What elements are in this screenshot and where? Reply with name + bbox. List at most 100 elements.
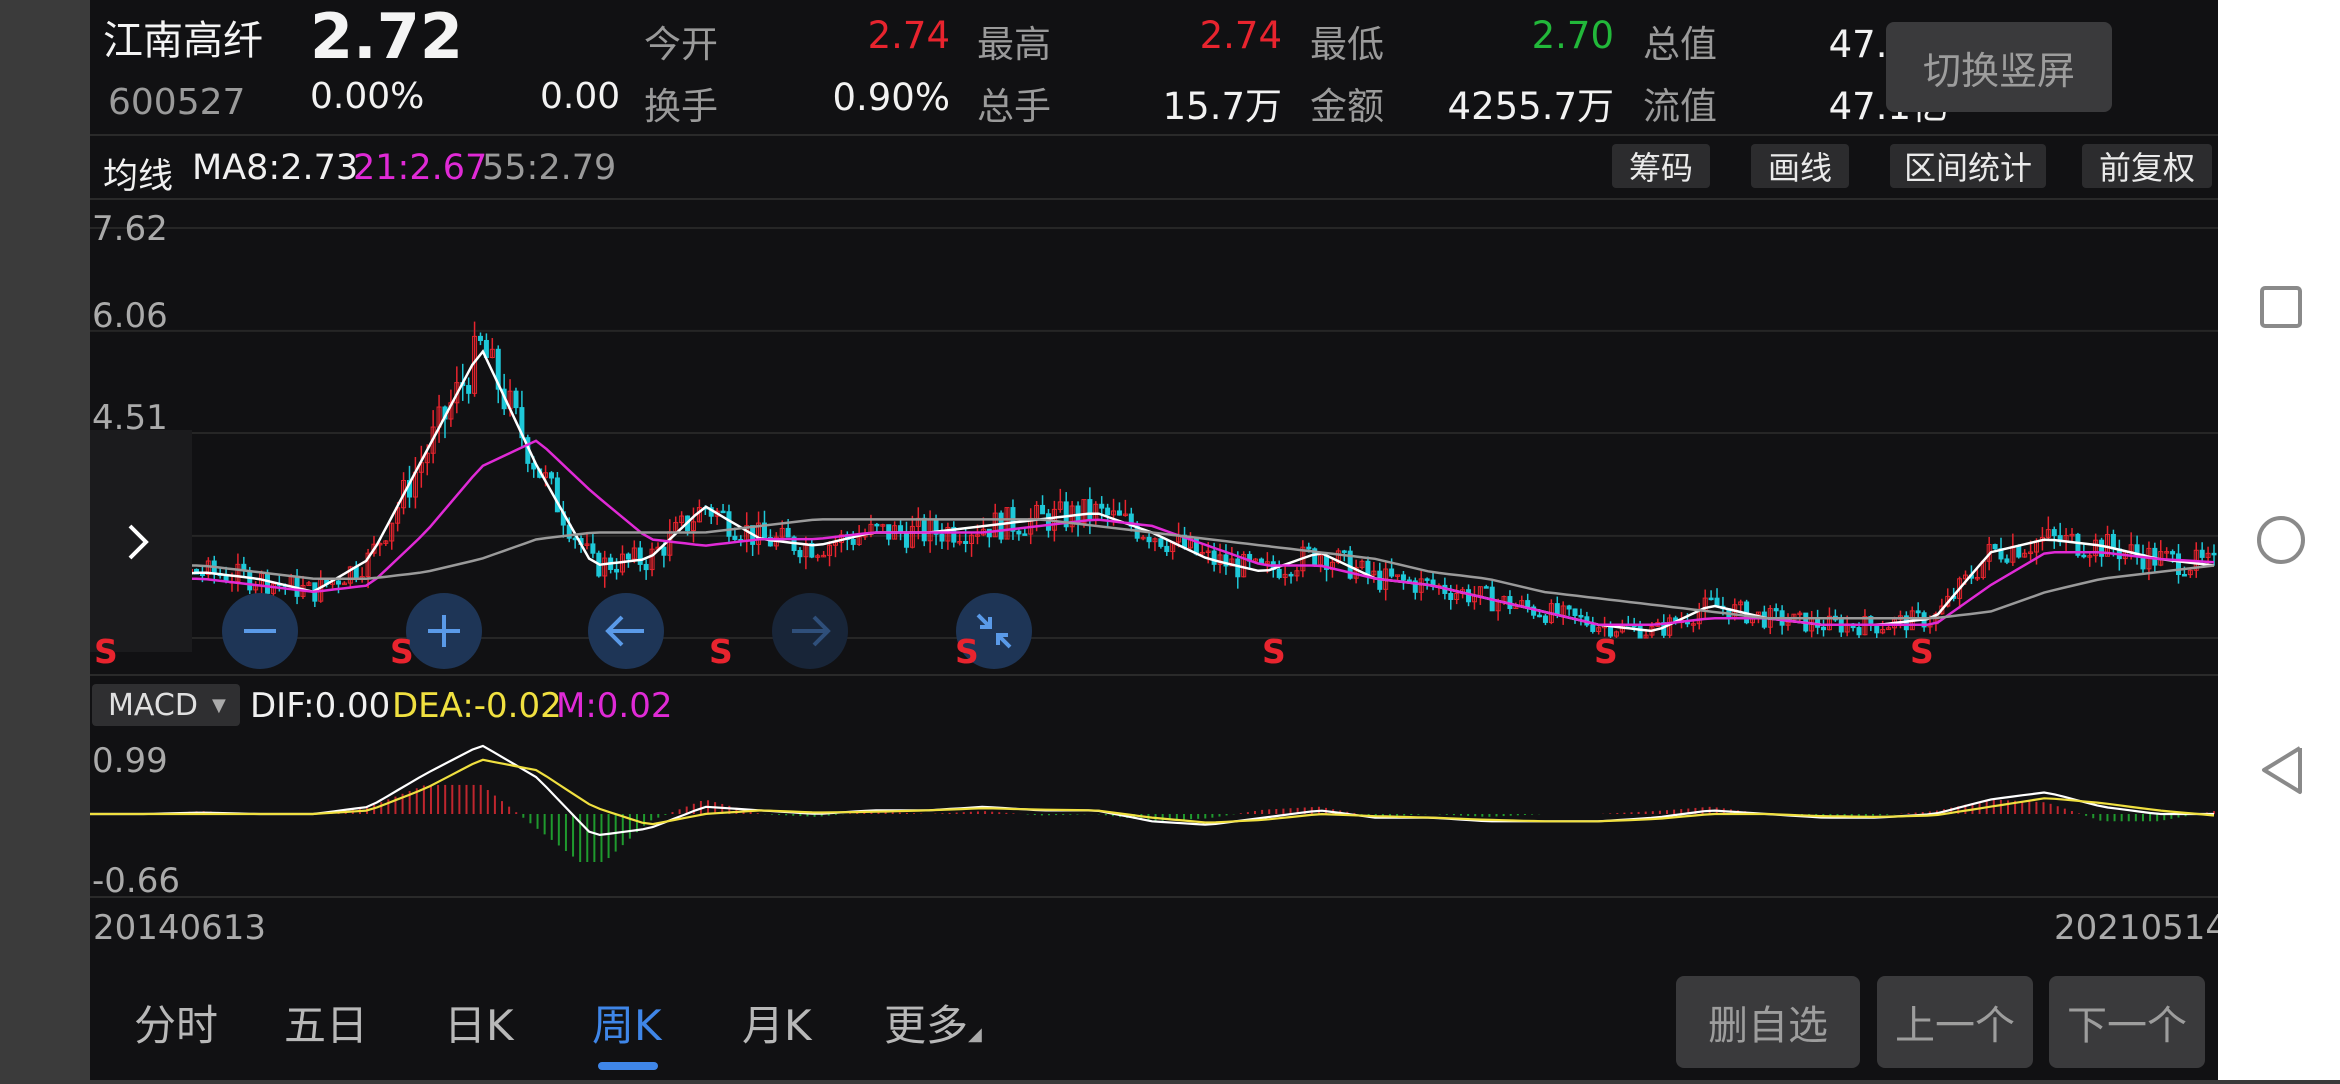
candle-body <box>1022 533 1028 536</box>
candle-body <box>477 335 483 341</box>
candle-body <box>614 568 620 573</box>
stock-name: 江南高纤 <box>103 18 263 64</box>
scroll-left-button[interactable] <box>588 593 664 669</box>
candle-body <box>797 550 803 558</box>
candle-body <box>1874 625 1880 634</box>
candle-body <box>637 547 643 565</box>
candle-body <box>1424 578 1430 581</box>
system-navigation-bar <box>2218 0 2340 1080</box>
zoom-in-button[interactable] <box>406 593 482 669</box>
candle-body <box>2170 551 2176 555</box>
remove-watchlist-button[interactable]: 删自选 <box>1676 976 1860 1068</box>
candle-body <box>1761 611 1767 628</box>
candle-body <box>1448 592 1454 601</box>
low-value: 2.70 <box>1531 14 1614 57</box>
candle-body <box>1773 608 1779 612</box>
volume-label: 总手 <box>977 85 1051 128</box>
s-marker: S <box>1262 632 1286 671</box>
indicator-select[interactable]: MACD ▼ <box>92 684 240 726</box>
s-marker: S <box>955 632 979 671</box>
candle-body <box>1915 610 1921 614</box>
candle-body <box>1045 513 1051 531</box>
high-label: 最高 <box>977 23 1051 66</box>
candle-body <box>1566 605 1572 610</box>
candle-body <box>2211 552 2217 556</box>
range-stats-button[interactable]: 区间统计 <box>1890 144 2046 188</box>
corner-caret-icon: ◢ <box>968 1024 982 1045</box>
turnover-value: 0.90% <box>832 76 950 119</box>
tab-more-label: 更多 <box>884 1001 969 1050</box>
left-system-bar <box>0 0 90 1080</box>
s-marker: S <box>709 632 733 671</box>
stock-code: 600527 <box>108 82 246 123</box>
candle-body <box>1164 545 1170 553</box>
ma-label: 均线 <box>103 157 174 197</box>
candle-body <box>1040 504 1046 515</box>
candle-body <box>1306 546 1312 550</box>
candle-body <box>1525 600 1531 608</box>
candle-body <box>2004 558 2010 563</box>
candle-body <box>1211 550 1217 565</box>
candle-body <box>548 472 554 479</box>
chevron-right-icon <box>128 524 149 560</box>
chips-button[interactable]: 筹码 <box>1612 144 1710 188</box>
float-value-label: 流值 <box>1643 85 1717 128</box>
tab-five-day[interactable]: 五日 <box>284 992 368 1053</box>
candle-body <box>1288 573 1294 577</box>
candle-body <box>785 527 791 538</box>
tab-daily-k[interactable]: 日K <box>444 992 514 1053</box>
dea-value: DEA:-0.02 <box>392 686 562 726</box>
candle-body <box>247 570 253 591</box>
candle-body <box>2176 553 2182 576</box>
candle-body <box>1542 615 1548 623</box>
kline-divider <box>90 674 2218 676</box>
change-value: 0.00 <box>540 76 621 117</box>
change-pct: 0.00% <box>310 76 425 117</box>
adjust-button[interactable]: 前复权 <box>2082 144 2212 188</box>
candle-body <box>1708 597 1714 601</box>
s-marker: S <box>94 632 118 671</box>
switch-portrait-button[interactable]: 切换竖屏 <box>1886 22 2112 112</box>
candle-body <box>2016 545 2022 558</box>
y-tick-label: 7.62 <box>92 209 168 249</box>
next-button[interactable]: 下一个 <box>2049 976 2205 1068</box>
macd-chart[interactable]: 0.99 -0.66 <box>90 732 2218 900</box>
candle-body <box>732 535 738 540</box>
arrow-left-icon <box>605 615 644 647</box>
side-panel-handle[interactable] <box>90 430 192 652</box>
tab-monthly-k[interactable]: 月K <box>742 992 812 1053</box>
candle-body <box>939 533 945 542</box>
macd-y-tick-label: -0.66 <box>92 861 180 900</box>
previous-button[interactable]: 上一个 <box>1877 976 2033 1068</box>
candle-body <box>1235 558 1241 578</box>
candle-body <box>1992 544 1998 550</box>
candle-body <box>720 510 726 514</box>
candle-body <box>1572 608 1578 616</box>
m-value: M:0.02 <box>556 686 673 726</box>
tab-weekly-k[interactable]: 周K <box>592 992 662 1053</box>
candle-body <box>1637 625 1643 639</box>
candle-body <box>1146 536 1152 543</box>
scroll-right-button[interactable] <box>772 593 848 669</box>
candle-body <box>2199 549 2205 558</box>
zoom-out-button[interactable] <box>222 593 298 669</box>
candle-body <box>513 390 519 409</box>
candle-body <box>1158 538 1164 547</box>
candle-body <box>874 523 880 527</box>
draw-line-button[interactable]: 画线 <box>1751 144 1849 188</box>
amount-label: 金额 <box>1310 85 1384 128</box>
candle-body <box>625 553 631 560</box>
candle-body <box>850 539 856 545</box>
candle-body <box>1483 586 1489 589</box>
candle-body <box>466 385 472 394</box>
candle-body <box>1537 614 1543 618</box>
candle-body <box>1365 560 1371 576</box>
tab-more[interactable]: 更多◢ <box>884 992 982 1053</box>
candle-body <box>1341 550 1347 553</box>
tab-intraday[interactable]: 分时 <box>134 992 218 1053</box>
candle-body <box>963 540 969 544</box>
caret-down-icon: ▼ <box>211 694 226 716</box>
candle-body <box>264 573 270 594</box>
s-marker: S <box>1594 632 1618 671</box>
nav-icons <box>2257 286 2305 794</box>
